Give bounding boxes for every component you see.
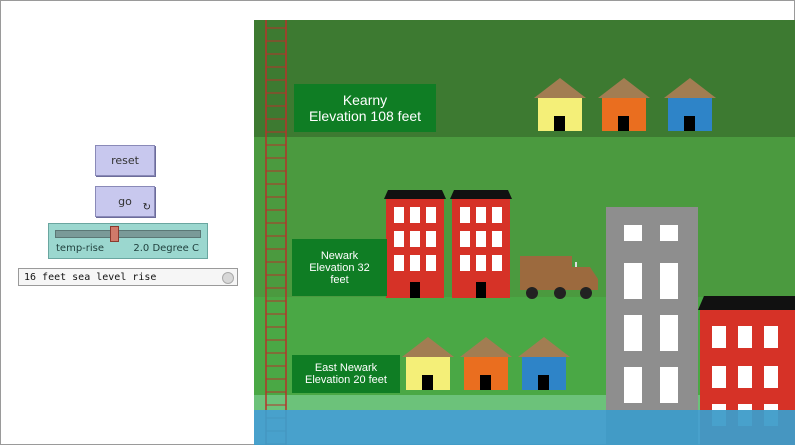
temp-rise-slider[interactable]: temp-rise 2.0 Degree C [48,223,208,259]
slider-value: 2.0 Degree C [133,243,199,254]
monitor-text: 16 feet sea level rise [24,271,157,283]
reset-button[interactable]: reset [95,145,155,176]
ladder-icon [265,20,287,445]
newark-name: Newark [320,249,359,262]
go-button-label: go [118,195,132,208]
world-view: Kearny Elevation 108 feet Newark Elevati… [254,20,795,445]
house-icon [598,78,650,131]
house-icon [460,337,512,390]
slider-thumb[interactable] [110,226,120,242]
newark-elevation-line2: feet [330,273,349,286]
kearny-label: Kearny Elevation 108 feet [294,84,436,132]
kearny-name: Kearny [342,92,388,108]
house-icon [518,337,570,390]
apartment-building-icon [384,190,446,298]
forever-loop-icon: ↻ [142,202,151,213]
truck-icon [520,256,598,299]
east-newark-elevation: Elevation 20 feet [305,374,387,386]
go-button[interactable]: go ↻ [95,186,155,217]
kearny-elevation: Elevation 108 feet [308,108,422,124]
reset-button-label: reset [111,154,139,167]
slider-track[interactable] [55,230,201,238]
sea-water [254,410,795,445]
east-newark-label: East Newark Elevation 20 feet [292,355,400,393]
newark-elevation-line1: Elevation 32 [309,261,370,274]
newark-label: Newark Elevation 32 feet [292,239,387,296]
house-icon [534,78,586,131]
house-icon [664,78,716,131]
east-newark-name: East Newark [314,362,378,374]
apartment-building-icon [450,190,512,298]
slider-label: temp-rise [56,243,105,254]
house-icon [402,337,454,390]
sea-level-monitor: 16 feet sea level rise [18,268,238,286]
monitor-knob-icon [222,272,234,284]
